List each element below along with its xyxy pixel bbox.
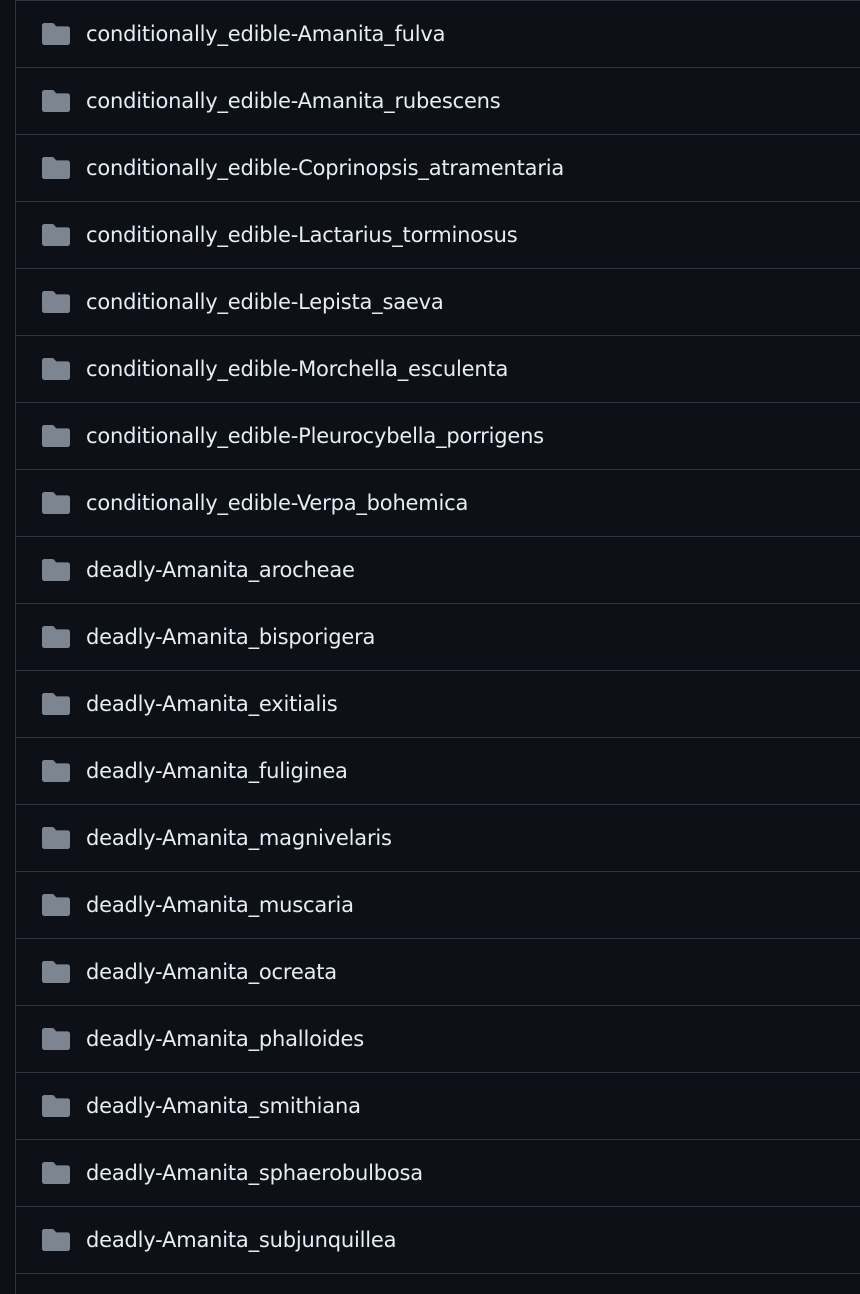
folder-name[interactable]: deadly-Amanita_exitialis [86, 693, 338, 715]
folder-icon [42, 625, 70, 649]
folder-name[interactable]: conditionally_edible-Lepista_saeva [86, 291, 444, 313]
list-item[interactable]: deadly-Amanita_arocheae [16, 537, 860, 604]
file-list: conditionally_edible-Amanita_fulva condi… [15, 0, 860, 1294]
list-item[interactable]: conditionally_edible-Lepista_saeva [16, 269, 860, 336]
list-item[interactable]: deadly-Amanita_subjunquillea [16, 1207, 860, 1274]
list-item[interactable]: conditionally_edible-Coprinopsis_atramen… [16, 135, 860, 202]
folder-name[interactable]: conditionally_edible-Amanita_rubescens [86, 90, 501, 112]
list-item[interactable]: deadly-Amanita_bisporigera [16, 604, 860, 671]
folder-icon [42, 1228, 70, 1252]
folder-icon [42, 1027, 70, 1051]
folder-name[interactable]: deadly-Amanita_bisporigera [86, 626, 375, 648]
folder-icon [42, 89, 70, 113]
folder-icon [42, 692, 70, 716]
folder-icon [42, 223, 70, 247]
folder-icon [42, 759, 70, 783]
list-item[interactable]: conditionally_edible-Amanita_rubescens [16, 68, 860, 135]
list-item[interactable]: deadly-Amanita_ocreata [16, 939, 860, 1006]
list-item[interactable]: deadly-Amanita_fuliginea [16, 738, 860, 805]
list-item[interactable]: conditionally_edible-Verpa_bohemica [16, 470, 860, 537]
folder-name[interactable]: deadly-Amanita_sphaerobulbosa [86, 1162, 423, 1184]
folder-name[interactable]: deadly-Amanita_magnivelaris [86, 827, 392, 849]
folder-icon [42, 491, 70, 515]
file-rows: conditionally_edible-Amanita_fulva condi… [16, 1, 860, 1274]
folder-name[interactable]: deadly-Amanita_arocheae [86, 559, 355, 581]
folder-icon [42, 424, 70, 448]
folder-name[interactable]: deadly-Amanita_muscaria [86, 894, 354, 916]
folder-icon [42, 22, 70, 46]
folder-icon [42, 357, 70, 381]
list-item[interactable]: conditionally_edible-Morchella_esculenta [16, 336, 860, 403]
list-item[interactable]: conditionally_edible-Pleurocybella_porri… [16, 403, 860, 470]
folder-icon [42, 960, 70, 984]
folder-icon [42, 156, 70, 180]
list-item[interactable]: deadly-Amanita_smithiana [16, 1073, 860, 1140]
folder-name[interactable]: deadly-Amanita_smithiana [86, 1095, 361, 1117]
folder-icon [42, 558, 70, 582]
folder-name[interactable]: deadly-Amanita_subjunquillea [86, 1229, 396, 1251]
folder-icon [42, 826, 70, 850]
folder-name[interactable]: conditionally_edible-Morchella_esculenta [86, 358, 508, 380]
list-item[interactable]: conditionally_edible-Lactarius_torminosu… [16, 202, 860, 269]
folder-icon [42, 1161, 70, 1185]
folder-name[interactable]: deadly-Amanita_phalloides [86, 1028, 364, 1050]
folder-name[interactable]: conditionally_edible-Amanita_fulva [86, 23, 446, 45]
list-item[interactable]: deadly-Amanita_phalloides [16, 1006, 860, 1073]
folder-name[interactable]: conditionally_edible-Pleurocybella_porri… [86, 425, 544, 447]
list-item[interactable]: deadly-Amanita_muscaria [16, 872, 860, 939]
folder-name[interactable]: conditionally_edible-Coprinopsis_atramen… [86, 157, 564, 179]
folder-name[interactable]: deadly-Amanita_ocreata [86, 961, 337, 983]
folder-name[interactable]: deadly-Amanita_fuliginea [86, 760, 348, 782]
folder-name[interactable]: conditionally_edible-Lactarius_torminosu… [86, 224, 518, 246]
folder-icon [42, 1094, 70, 1118]
folder-icon [42, 893, 70, 917]
folder-icon [42, 290, 70, 314]
list-item[interactable]: deadly-Amanita_magnivelaris [16, 805, 860, 872]
folder-name[interactable]: conditionally_edible-Verpa_bohemica [86, 492, 468, 514]
list-item[interactable]: deadly-Amanita_sphaerobulbosa [16, 1140, 860, 1207]
list-item[interactable]: deadly-Amanita_exitialis [16, 671, 860, 738]
list-item[interactable]: conditionally_edible-Amanita_fulva [16, 1, 860, 68]
